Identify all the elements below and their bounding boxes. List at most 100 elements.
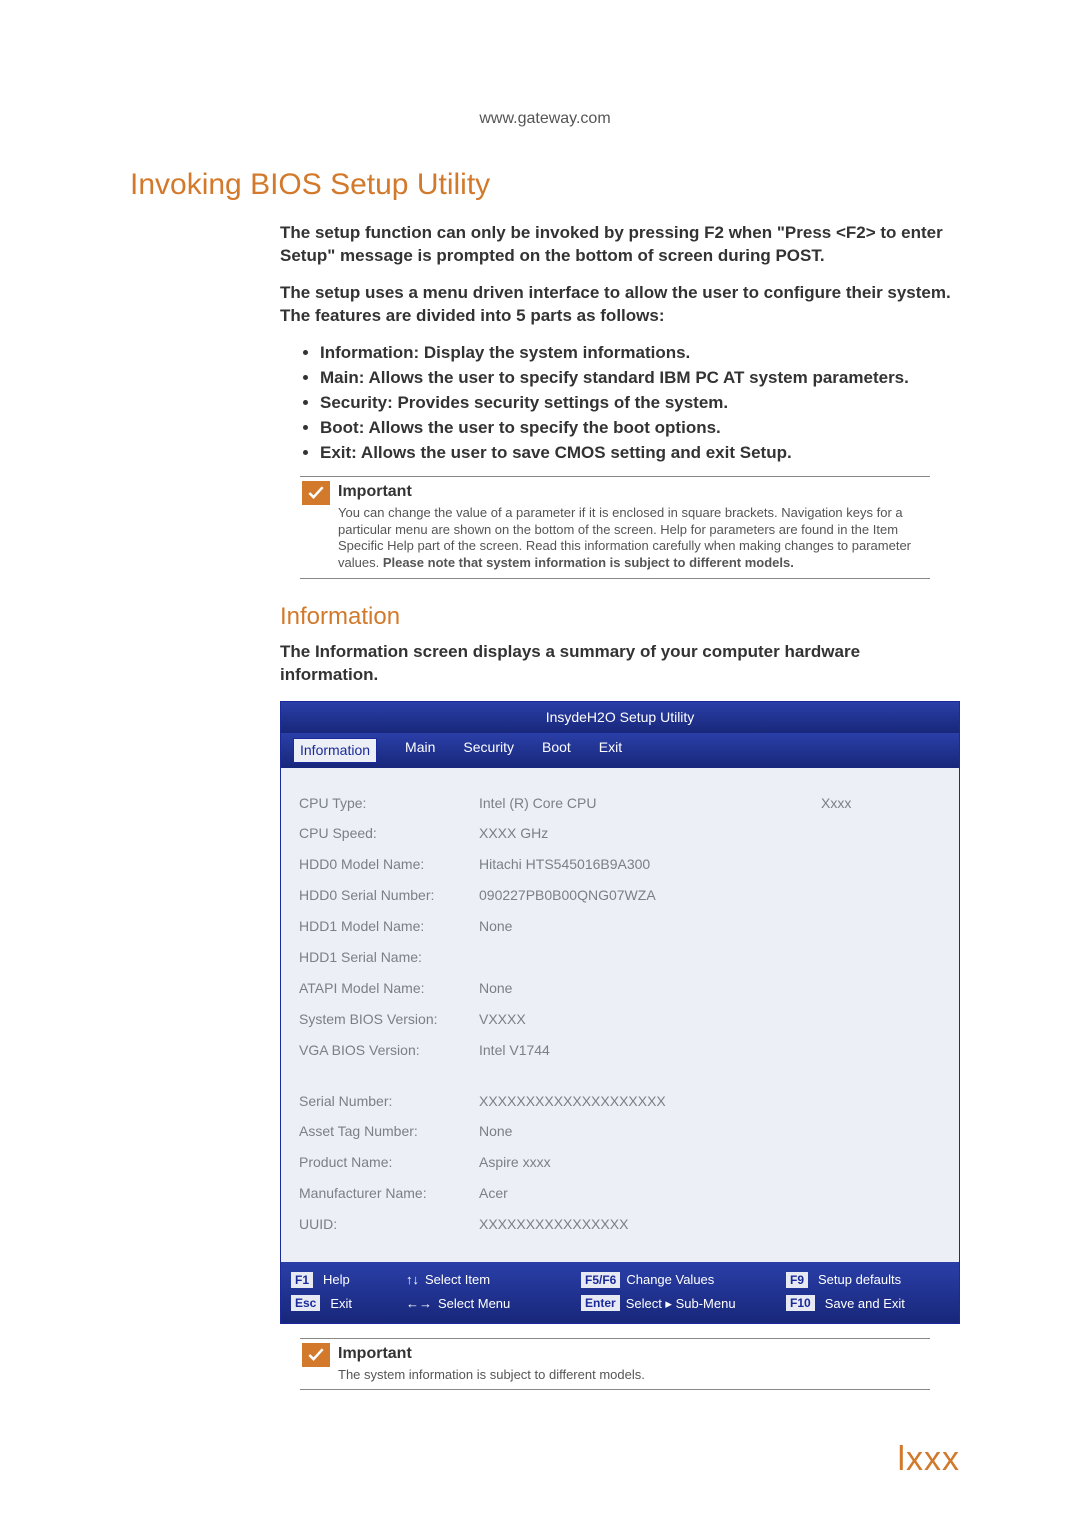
check-icon bbox=[302, 1343, 330, 1367]
bios-value: VXXXX bbox=[479, 1010, 821, 1029]
important-note-1: Important You can change the value of a … bbox=[300, 476, 930, 578]
bios-label: Asset Tag Number: bbox=[299, 1122, 479, 1141]
paragraph-2: The setup uses a menu driven interface t… bbox=[280, 282, 960, 328]
tab-boot[interactable]: Boot bbox=[542, 738, 571, 763]
bios-extra bbox=[821, 855, 941, 874]
bios-window: InsydeH2O Setup Utility Information Main… bbox=[280, 701, 960, 1324]
save-exit-label: Save and Exit bbox=[825, 1295, 905, 1313]
bios-label: VGA BIOS Version: bbox=[299, 1041, 479, 1060]
key-f2: F2 bbox=[704, 223, 724, 242]
text: when "Press bbox=[724, 223, 836, 242]
bios-row: Manufacturer Name:Acer bbox=[299, 1178, 941, 1209]
tab-main[interactable]: Main bbox=[405, 738, 435, 763]
note-text: You can change the value of a parameter … bbox=[338, 505, 928, 572]
body-content: The setup function can only be invoked b… bbox=[280, 222, 960, 1390]
bios-value: None bbox=[479, 917, 821, 936]
bios-label: HDD1 Serial Name: bbox=[299, 948, 479, 967]
bios-label: Serial Number: bbox=[299, 1092, 479, 1111]
select-item-label: Select Item bbox=[425, 1271, 490, 1289]
bios-value bbox=[479, 948, 821, 967]
bios-content: CPU Type:Intel (R) Core CPUXxxxCPU Speed… bbox=[281, 768, 959, 1262]
bios-value: Aspire xxxx bbox=[479, 1153, 941, 1172]
note-text: The system information is subject to dif… bbox=[338, 1367, 645, 1384]
tab-information[interactable]: Information bbox=[293, 738, 377, 763]
bios-label: CPU Speed: bbox=[299, 824, 479, 843]
bios-label: ATAPI Model Name: bbox=[299, 979, 479, 998]
bios-row: HDD0 Serial Number:090227PB0B00QNG07WZA bbox=[299, 880, 941, 911]
important-note-2: Important The system information is subj… bbox=[300, 1338, 930, 1390]
text: The setup function can only be invoked b… bbox=[280, 223, 704, 242]
bios-extra bbox=[821, 886, 941, 905]
bios-value: Intel V1744 bbox=[479, 1041, 821, 1060]
exit-label: Exit bbox=[330, 1295, 352, 1313]
bios-value: Acer bbox=[479, 1184, 941, 1203]
key-f1: F1 bbox=[291, 1272, 313, 1288]
bios-row: UUID:XXXXXXXXXXXXXXXX bbox=[299, 1209, 941, 1240]
bios-label: HDD0 Model Name: bbox=[299, 855, 479, 874]
bios-value: Hitachi HTS545016B9A300 bbox=[479, 855, 821, 874]
select-submenu-label: Select ▸ Sub-Menu bbox=[626, 1295, 736, 1313]
bios-row: HDD0 Model Name:Hitachi HTS545016B9A300 bbox=[299, 849, 941, 880]
bios-value: Intel (R) Core CPU bbox=[479, 794, 821, 813]
bios-row: Serial Number:XXXXXXXXXXXXXXXXXXXX bbox=[299, 1086, 941, 1117]
bios-row: CPU Type:Intel (R) Core CPUXxxx bbox=[299, 788, 941, 819]
bios-extra: Xxxx bbox=[821, 794, 941, 813]
bios-extra bbox=[821, 948, 941, 967]
bios-row: ATAPI Model Name:None bbox=[299, 973, 941, 1004]
bios-label: CPU Type: bbox=[299, 794, 479, 813]
page-title: Invoking BIOS Setup Utility bbox=[130, 168, 960, 202]
bios-label: Manufacturer Name: bbox=[299, 1184, 479, 1203]
bios-extra bbox=[821, 824, 941, 843]
bios-row: Asset Tag Number:None bbox=[299, 1116, 941, 1147]
bios-label: Product Name: bbox=[299, 1153, 479, 1172]
key-f9: F9 bbox=[786, 1272, 808, 1288]
bios-extra bbox=[821, 917, 941, 936]
footer-row-2: Esc Exit ←→ Select Menu Enter Select ▸ Sub-… bbox=[291, 1292, 949, 1316]
bios-value: XXXXXXXXXXXXXXXXXXXX bbox=[479, 1092, 941, 1111]
key-f10: F10 bbox=[786, 1295, 815, 1311]
list-item: Exit: Allows the user to save CMOS setti… bbox=[320, 442, 960, 465]
tab-exit[interactable]: Exit bbox=[599, 738, 622, 763]
list-item: Boot: Allows the user to specify the boo… bbox=[320, 417, 960, 440]
list-item: Information: Display the system informat… bbox=[320, 342, 960, 365]
information-para: The Information screen displays a summar… bbox=[280, 641, 960, 687]
bios-value: 090227PB0B00QNG07WZA bbox=[479, 886, 821, 905]
bios-value: XXXXXXXXXXXXXXXX bbox=[479, 1215, 941, 1234]
page-number: lxxx bbox=[130, 1440, 960, 1479]
key-enter: Enter bbox=[581, 1295, 620, 1311]
key-f5f6: F5/F6 bbox=[581, 1272, 620, 1288]
bios-extra bbox=[821, 1041, 941, 1060]
bios-extra bbox=[821, 1010, 941, 1029]
bios-row: VGA BIOS Version:Intel V1744 bbox=[299, 1035, 941, 1066]
change-values-label: Change Values bbox=[626, 1271, 714, 1289]
key-f2-bracket: <F2> bbox=[836, 223, 876, 242]
footer-row-1: F1Help ↑↓Select Item F5/F6Change Values … bbox=[291, 1268, 949, 1292]
list-item: Main: Allows the user to specify standar… bbox=[320, 367, 960, 390]
select-menu-label: Select Menu bbox=[438, 1295, 510, 1313]
arrows-updown-icon: ↑↓ bbox=[406, 1271, 419, 1289]
setup-defaults-label: Setup defaults bbox=[818, 1271, 901, 1289]
tab-security[interactable]: Security bbox=[463, 738, 514, 763]
bios-tab-bar: Information Main Security Boot Exit bbox=[281, 733, 959, 768]
bios-label: HDD0 Serial Number: bbox=[299, 886, 479, 905]
bios-label: System BIOS Version: bbox=[299, 1010, 479, 1029]
header-url: www.gateway.com bbox=[130, 110, 960, 128]
list-item: Security: Provides security settings of … bbox=[320, 392, 960, 415]
feature-list: Information: Display the system informat… bbox=[280, 342, 960, 465]
arrows-leftright-icon: ←→ bbox=[406, 1295, 432, 1313]
note-title: Important bbox=[338, 481, 928, 503]
bios-value: None bbox=[479, 1122, 941, 1141]
bios-row: CPU Speed:XXXX GHz bbox=[299, 818, 941, 849]
bios-footer: F1Help ↑↓Select Item F5/F6Change Values … bbox=[281, 1262, 959, 1323]
bios-row: HDD1 Serial Name: bbox=[299, 942, 941, 973]
note-title: Important bbox=[338, 1343, 645, 1365]
bios-row: HDD1 Model Name:None bbox=[299, 911, 941, 942]
paragraph-1: The setup function can only be invoked b… bbox=[280, 222, 960, 268]
bios-extra bbox=[821, 979, 941, 998]
bios-label: UUID: bbox=[299, 1215, 479, 1234]
bios-value: XXXX GHz bbox=[479, 824, 821, 843]
help-label: Help bbox=[323, 1271, 350, 1289]
key-esc: Esc bbox=[291, 1295, 320, 1311]
information-heading: Information bbox=[280, 601, 960, 633]
text-bold: Please note that system information is s… bbox=[383, 555, 794, 570]
